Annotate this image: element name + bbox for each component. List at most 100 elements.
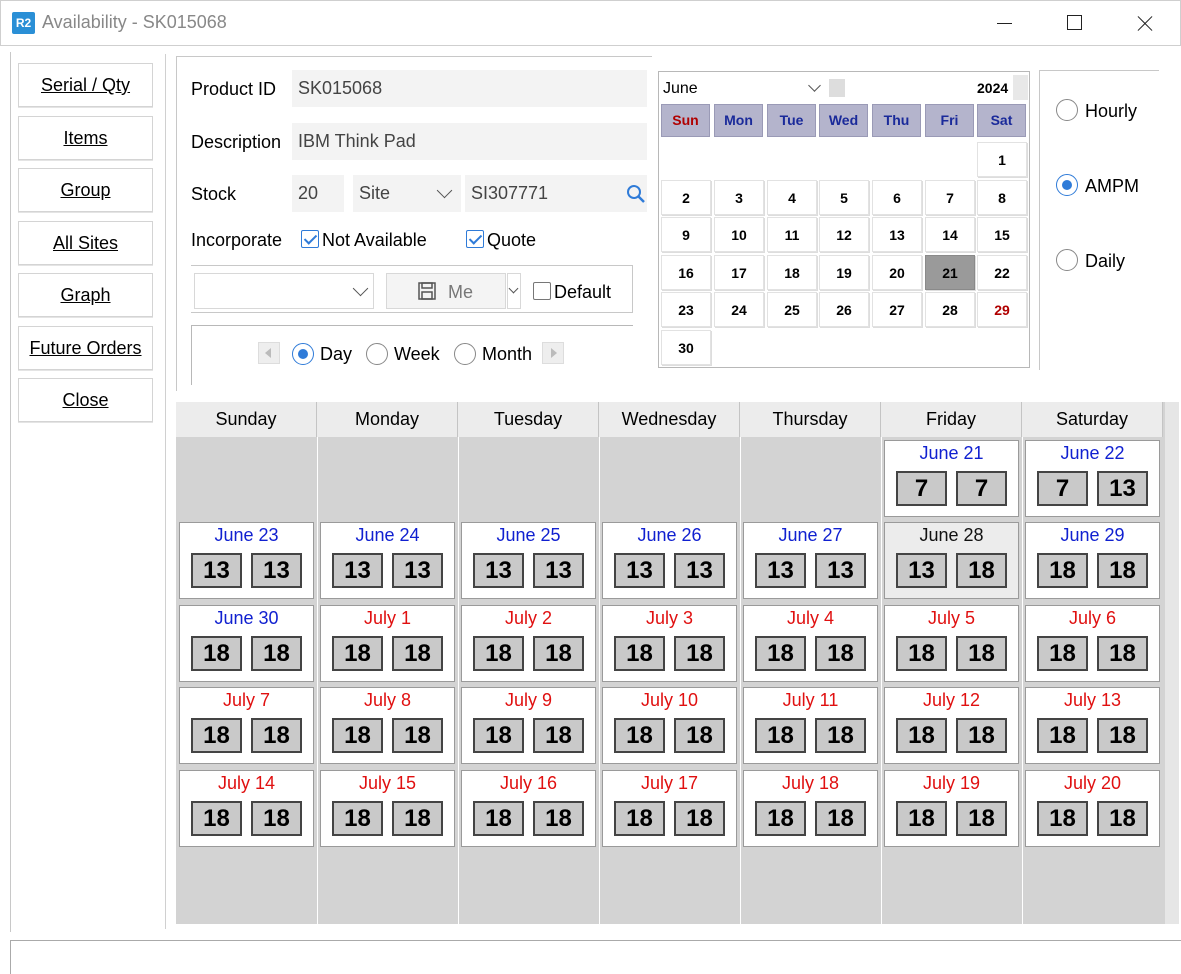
- am-quantity[interactable]: 18: [614, 636, 665, 671]
- mini-cal-day[interactable]: 5: [819, 179, 869, 215]
- mini-cal-day[interactable]: 17: [714, 254, 764, 290]
- am-quantity[interactable]: 18: [332, 801, 383, 836]
- all-sites-button[interactable]: All Sites: [18, 221, 153, 265]
- mini-cal-day[interactable]: 20: [872, 254, 922, 290]
- ampm-radio[interactable]: [1056, 174, 1078, 196]
- stock-field[interactable]: 20: [292, 175, 344, 212]
- pm-quantity[interactable]: 18: [956, 553, 1007, 588]
- layout-dropdown[interactable]: [194, 273, 374, 309]
- pm-quantity[interactable]: 18: [533, 636, 584, 671]
- am-quantity[interactable]: 18: [473, 636, 524, 671]
- maximize-button[interactable]: [1055, 8, 1095, 38]
- am-quantity[interactable]: 13: [332, 553, 383, 588]
- month-radio[interactable]: [454, 343, 476, 365]
- mini-cal-day[interactable]: 30: [661, 329, 711, 365]
- month-select[interactable]: June: [661, 78, 826, 100]
- pm-quantity[interactable]: 18: [251, 718, 302, 753]
- pm-quantity[interactable]: 7: [956, 471, 1007, 506]
- am-quantity[interactable]: 18: [755, 636, 806, 671]
- pm-quantity[interactable]: 18: [251, 801, 302, 836]
- not-available-checkbox[interactable]: [301, 230, 319, 248]
- am-quantity[interactable]: 18: [614, 718, 665, 753]
- am-quantity[interactable]: 13: [191, 553, 242, 588]
- pm-quantity[interactable]: 13: [674, 553, 725, 588]
- day-cell[interactable]: July 17 18 18: [602, 770, 737, 847]
- am-quantity[interactable]: 18: [896, 718, 947, 753]
- am-quantity[interactable]: 13: [473, 553, 524, 588]
- year-spin-up[interactable]: [1013, 75, 1028, 100]
- am-quantity[interactable]: 18: [755, 801, 806, 836]
- day-cell[interactable]: June 27 13 13: [743, 522, 878, 599]
- pm-quantity[interactable]: 18: [674, 636, 725, 671]
- mini-cal-day[interactable]: 11: [767, 217, 817, 252]
- mini-cal-day[interactable]: 18: [767, 254, 817, 290]
- graph-button[interactable]: Graph: [18, 273, 153, 317]
- am-quantity[interactable]: 18: [332, 636, 383, 671]
- am-quantity[interactable]: 18: [191, 718, 242, 753]
- mini-cal-day[interactable]: 4: [767, 179, 817, 215]
- am-quantity[interactable]: 7: [1037, 471, 1088, 506]
- am-quantity[interactable]: 18: [473, 801, 524, 836]
- am-quantity[interactable]: 13: [614, 553, 665, 588]
- pm-quantity[interactable]: 18: [674, 801, 725, 836]
- pm-quantity[interactable]: 13: [815, 553, 866, 588]
- day-cell[interactable]: June 23 13 13: [179, 522, 314, 599]
- am-quantity[interactable]: 18: [896, 801, 947, 836]
- save-options-dropdown[interactable]: [507, 273, 521, 309]
- serial-qty-button[interactable]: Serial / Qty: [18, 63, 153, 107]
- day-cell[interactable]: July 13 18 18: [1025, 687, 1160, 764]
- year-spin-down[interactable]: [829, 79, 845, 97]
- pm-quantity[interactable]: 18: [1097, 553, 1148, 588]
- prev-period-button[interactable]: [258, 342, 280, 364]
- close-button[interactable]: Close: [18, 378, 153, 422]
- mini-cal-day[interactable]: 15: [977, 217, 1027, 252]
- day-cell[interactable]: July 4 18 18: [743, 605, 878, 682]
- default-checkbox[interactable]: [533, 282, 551, 300]
- am-quantity[interactable]: 18: [1037, 718, 1088, 753]
- mini-cal-day[interactable]: 19: [819, 254, 869, 290]
- calendar-scrollbar[interactable]: [1165, 402, 1179, 924]
- mini-cal-day[interactable]: 26: [819, 292, 869, 327]
- next-period-button[interactable]: [542, 342, 564, 364]
- day-cell[interactable]: July 16 18 18: [461, 770, 596, 847]
- mini-cal-day[interactable]: 16: [661, 254, 711, 290]
- day-cell[interactable]: June 26 13 13: [602, 522, 737, 599]
- group-button[interactable]: Group: [18, 168, 153, 212]
- mini-cal-day[interactable]: 9: [661, 217, 711, 252]
- day-cell[interactable]: July 12 18 18: [884, 687, 1019, 764]
- mini-cal-day[interactable]: 10: [714, 217, 764, 252]
- am-quantity[interactable]: 18: [191, 636, 242, 671]
- am-quantity[interactable]: 13: [755, 553, 806, 588]
- description-field[interactable]: IBM Think Pad: [292, 123, 647, 160]
- pm-quantity[interactable]: 18: [956, 718, 1007, 753]
- am-quantity[interactable]: 7: [896, 471, 947, 506]
- pm-quantity[interactable]: 13: [533, 553, 584, 588]
- day-cell[interactable]: June 22 7 13: [1025, 440, 1160, 517]
- day-cell[interactable]: July 15 18 18: [320, 770, 455, 847]
- day-cell[interactable]: June 21 7 7: [884, 440, 1019, 517]
- day-radio[interactable]: [292, 343, 314, 365]
- mini-cal-day[interactable]: 29: [977, 292, 1027, 327]
- close-window-button[interactable]: [1125, 8, 1165, 38]
- mini-cal-day[interactable]: 8: [977, 179, 1027, 215]
- pm-quantity[interactable]: 18: [956, 801, 1007, 836]
- am-quantity[interactable]: 18: [755, 718, 806, 753]
- mini-cal-day[interactable]: 3: [714, 179, 764, 215]
- mini-cal-day[interactable]: 24: [714, 292, 764, 327]
- day-cell[interactable]: July 2 18 18: [461, 605, 596, 682]
- am-quantity[interactable]: 18: [1037, 636, 1088, 671]
- pm-quantity[interactable]: 18: [815, 636, 866, 671]
- pm-quantity[interactable]: 18: [392, 801, 443, 836]
- day-cell[interactable]: July 19 18 18: [884, 770, 1019, 847]
- day-cell[interactable]: June 29 18 18: [1025, 522, 1160, 599]
- pm-quantity[interactable]: 18: [1097, 801, 1148, 836]
- mini-cal-day[interactable]: 23: [661, 292, 711, 327]
- am-quantity[interactable]: 18: [896, 636, 947, 671]
- day-cell[interactable]: July 1 18 18: [320, 605, 455, 682]
- minimize-button[interactable]: [987, 8, 1027, 38]
- day-cell[interactable]: July 7 18 18: [179, 687, 314, 764]
- pm-quantity[interactable]: 18: [251, 636, 302, 671]
- day-cell[interactable]: July 18 18 18: [743, 770, 878, 847]
- week-radio[interactable]: [366, 343, 388, 365]
- mini-cal-day[interactable]: 2: [661, 179, 711, 215]
